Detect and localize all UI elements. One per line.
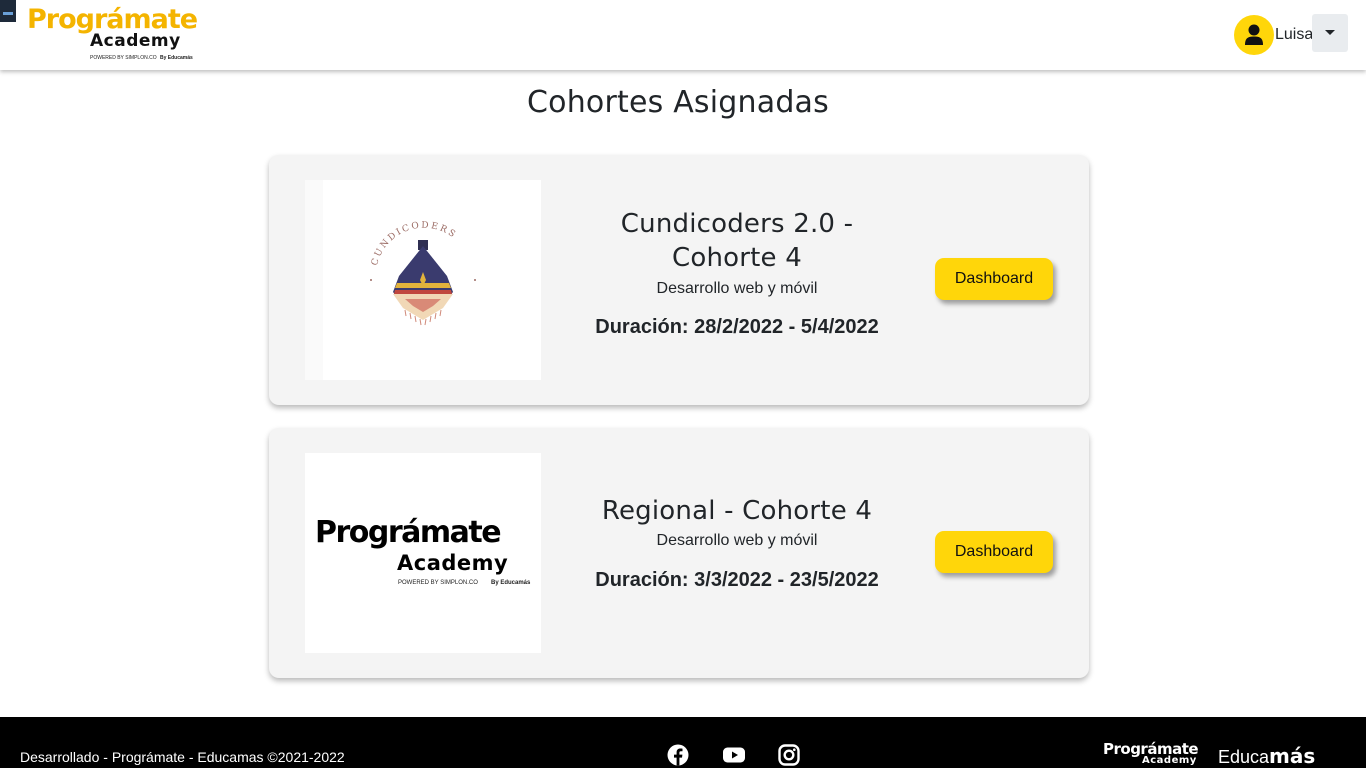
cohort-duration: Duración: 3/3/2022 - 23/5/2022 (595, 569, 879, 591)
user-menu: Luisa (1234, 14, 1348, 55)
cohort-name: Regional - Cohorte 4 (601, 496, 873, 526)
youtube-icon[interactable] (723, 744, 745, 766)
educamas-bold: más (1269, 744, 1316, 768)
programate-logo-by: By Educamás (491, 580, 531, 586)
top-navbar: Prográmate Academy POWERED BY SIMPLON.CO… (0, 0, 1366, 70)
footer: Desarrollado - Prográmate - Educamas ©20… (0, 717, 1366, 768)
cohort-info: Regional - Cohorte 4 Desarrollo web y mó… (569, 494, 905, 593)
cohort-card: CUNDICODERS Cundicoders 2.0 - Cohorte 4 … (269, 155, 1089, 405)
logo-powered-text: POWERED BY SIMPLON.CO (90, 55, 157, 61)
programate-logo[interactable]: Prográmate Academy POWERED BY SIMPLON.CO… (27, 4, 198, 64)
programate-logo-main: Prográmate (315, 515, 502, 550)
page-title: Cohortes Asignadas (527, 85, 829, 120)
cohort-card: Prográmate Academy POWERED BY SIMPLON.CO… (269, 428, 1089, 678)
user-name: Luisa (1275, 26, 1314, 43)
logo-sub-text: Academy (90, 31, 181, 51)
user-avatar[interactable] (1234, 15, 1274, 55)
cundicoders-logo: CUNDICODERS (305, 180, 476, 380)
dashboard-button[interactable]: Dashboard (935, 258, 1053, 300)
user-icon (1245, 24, 1263, 45)
cohort-program: Desarrollo web y móvil (656, 532, 818, 549)
educamas-light: Educa (1218, 747, 1270, 767)
cohort-duration: Duración: 28/2/2022 - 5/4/2022 (595, 316, 879, 338)
footer-educamas-logo: Educamás (1218, 746, 1315, 767)
facebook-icon[interactable] (667, 744, 689, 766)
cohort-image: Prográmate Academy POWERED BY SIMPLON.CO… (305, 453, 541, 653)
dashboard-button[interactable]: Dashboard (935, 531, 1053, 573)
footer-credits: Desarrollado - Prográmate - Educamas ©20… (20, 749, 345, 765)
cohort-image: CUNDICODERS (305, 180, 541, 380)
cohort-info: Cundicoders 2.0 - Cohorte 4 Desarrollo w… (569, 207, 905, 340)
user-dropdown-button[interactable] (1312, 14, 1348, 52)
cohort-name: Cundicoders 2.0 - Cohorte 4 (620, 209, 854, 273)
programate-logo-sub: Academy (397, 551, 509, 575)
footer-programate-logo-sub: Academy (1142, 755, 1197, 766)
cohort-program: Desarrollo web y móvil (656, 280, 818, 297)
caret-down-icon (1325, 30, 1335, 35)
instagram-icon[interactable] (778, 744, 800, 766)
window-app-icon (0, 0, 16, 22)
logo-by-text: By Educamás (160, 55, 193, 61)
programate-logo-powered: POWERED BY SIMPLON.CO (398, 580, 478, 586)
